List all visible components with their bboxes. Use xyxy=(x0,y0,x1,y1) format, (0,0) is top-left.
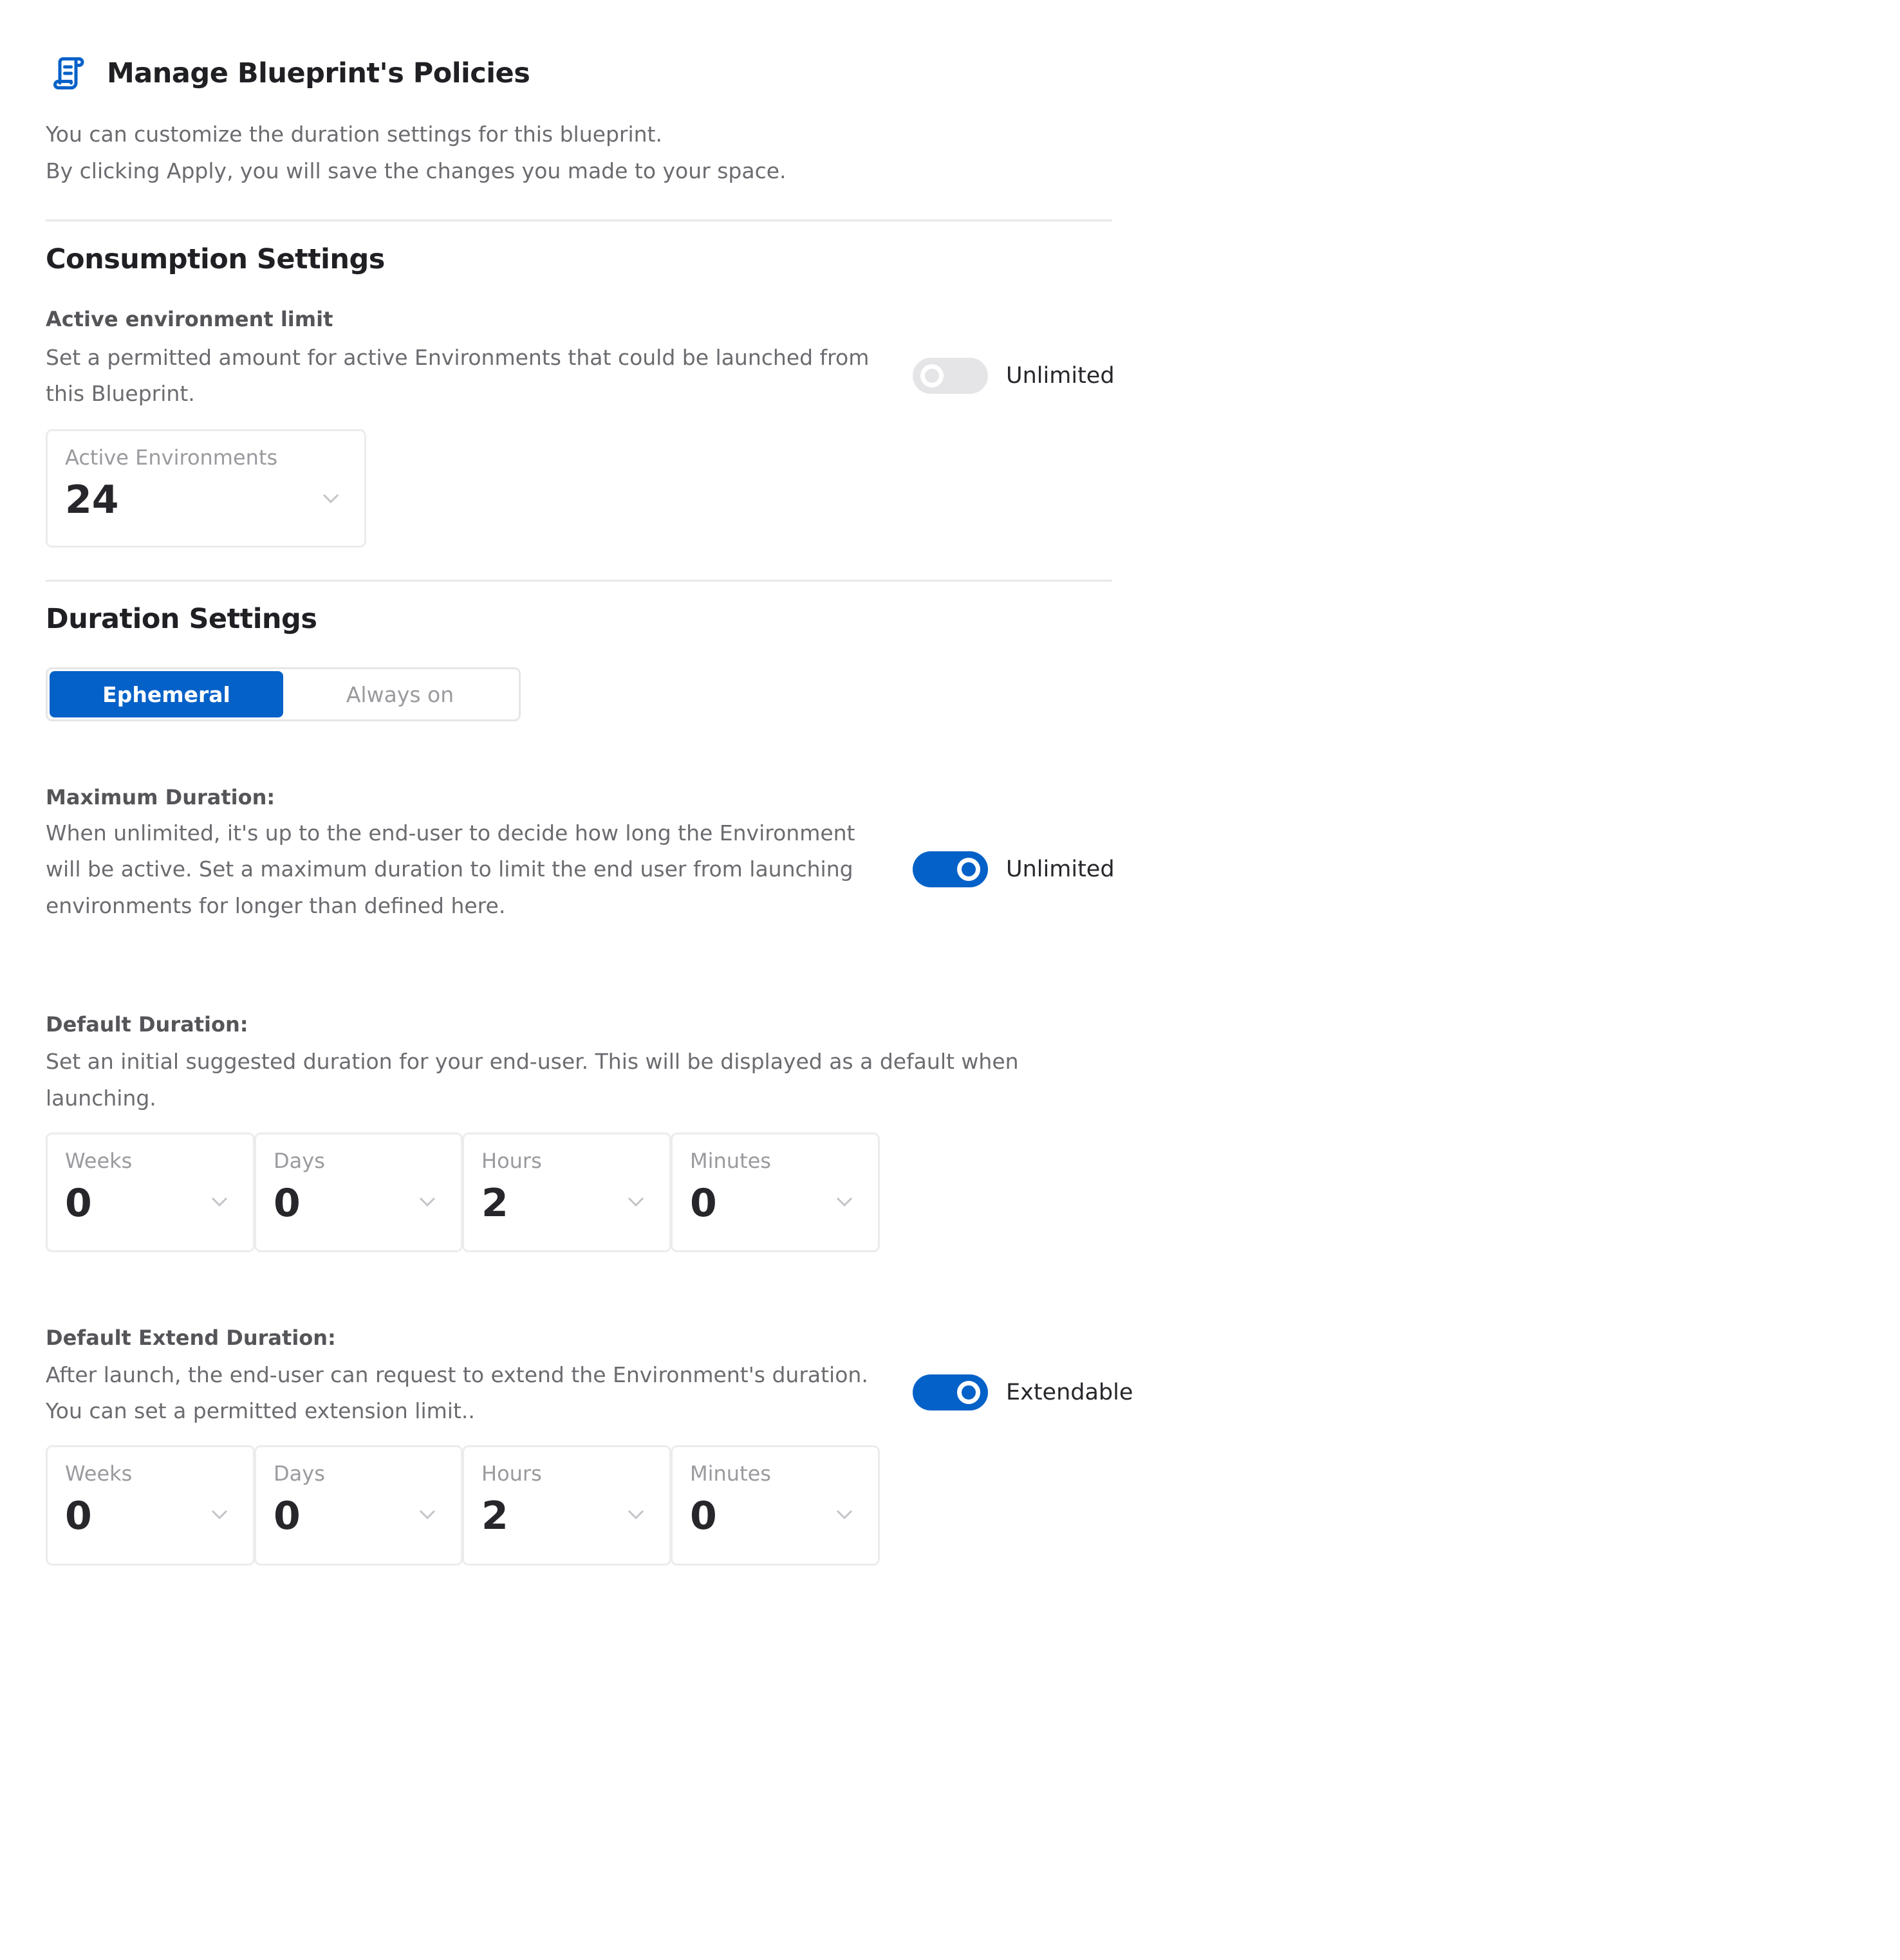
select-value: 0 xyxy=(690,1493,717,1539)
duration-mode-segmented-control: Ephemeral Always on xyxy=(46,667,521,721)
mode-ephemeral-button[interactable]: Ephemeral xyxy=(50,671,283,717)
consumption-settings-title: Consumption Settings xyxy=(46,243,385,275)
page-title: Manage Blueprint's Policies xyxy=(107,57,530,89)
default-duration-description-line-1: Set an initial suggested duration for yo… xyxy=(46,1049,1019,1074)
select-value: 0 xyxy=(65,1181,92,1226)
chevron-down-icon xyxy=(322,494,339,504)
extend-days-select[interactable]: Days 0 xyxy=(254,1445,463,1566)
chevron-down-icon xyxy=(211,1197,228,1207)
extend-weeks-select[interactable]: Weeks 0 xyxy=(46,1445,255,1566)
page-description-line-2: By clicking Apply, you will save the cha… xyxy=(46,158,787,183)
chevron-down-icon xyxy=(628,1510,644,1520)
divider xyxy=(46,580,1112,582)
select-label: Weeks xyxy=(65,1461,133,1486)
duration-settings-title: Duration Settings xyxy=(46,603,317,635)
select-value: 0 xyxy=(274,1493,301,1539)
maximum-duration-toggle-group: Unlimited xyxy=(913,851,1115,887)
maximum-duration-description-line-3: environments for longer than defined her… xyxy=(46,893,506,918)
toggle-knob xyxy=(957,1381,980,1404)
default-days-select[interactable]: Days 0 xyxy=(254,1133,463,1252)
extend-hours-select[interactable]: Hours 2 xyxy=(462,1445,671,1566)
select-label: Hours xyxy=(481,1149,542,1173)
chevron-down-icon xyxy=(836,1197,853,1207)
chevron-down-icon xyxy=(211,1510,228,1520)
select-label: Weeks xyxy=(65,1149,133,1173)
default-weeks-select[interactable]: Weeks 0 xyxy=(46,1133,255,1252)
active-limit-toggle-group: Unlimited xyxy=(913,358,1115,394)
chevron-down-icon xyxy=(419,1197,436,1207)
default-duration-description-line-2: launching. xyxy=(46,1086,156,1111)
extendable-toggle[interactable] xyxy=(913,1374,988,1410)
maximum-duration-description-line-1: When unlimited, it's up to the end-user … xyxy=(46,820,855,846)
chevron-down-icon xyxy=(836,1510,853,1520)
active-limit-description-line-2: this Blueprint. xyxy=(46,381,195,406)
extend-duration-description-line-1: After launch, the end-user can request t… xyxy=(46,1362,868,1387)
select-value: 0 xyxy=(274,1181,301,1226)
page-header: Manage Blueprint's Policies xyxy=(50,54,530,93)
select-label: Hours xyxy=(481,1461,542,1486)
active-limit-unlimited-toggle[interactable] xyxy=(913,358,988,394)
select-label: Days xyxy=(274,1461,325,1486)
maximum-duration-unlimited-toggle[interactable] xyxy=(913,851,988,887)
active-environments-select[interactable]: Active Environments 24 xyxy=(46,429,366,548)
select-value: 0 xyxy=(690,1181,717,1226)
default-minutes-select[interactable]: Minutes 0 xyxy=(671,1133,880,1252)
extend-duration-toggle-group: Extendable xyxy=(913,1374,1133,1410)
chevron-down-icon xyxy=(628,1197,644,1207)
maximum-duration-toggle-label: Unlimited xyxy=(1006,856,1115,882)
select-value: 0 xyxy=(65,1493,92,1539)
extend-duration-description-line-2: You can set a permitted extension limit.… xyxy=(46,1398,475,1423)
select-label: Minutes xyxy=(690,1149,771,1173)
select-label: Minutes xyxy=(690,1461,771,1486)
default-extend-duration-label: Default Extend Duration: xyxy=(46,1326,336,1350)
select-value: 24 xyxy=(65,477,119,522)
active-limit-description-line-1: Set a permitted amount for active Enviro… xyxy=(46,345,870,370)
mode-always-on-button[interactable]: Always on xyxy=(283,671,517,717)
toggle-knob xyxy=(957,858,980,881)
chevron-down-icon xyxy=(419,1510,436,1520)
select-label: Days xyxy=(274,1149,325,1173)
select-value: 2 xyxy=(481,1493,508,1539)
active-environment-limit-label: Active environment limit xyxy=(46,307,333,331)
active-limit-toggle-label: Unlimited xyxy=(1006,363,1115,389)
divider xyxy=(46,219,1112,221)
maximum-duration-description-line-2: will be active. Set a maximum duration t… xyxy=(46,856,853,882)
toggle-knob xyxy=(920,364,944,387)
extend-minutes-select[interactable]: Minutes 0 xyxy=(671,1445,880,1566)
scroll-document-icon xyxy=(53,57,84,89)
select-value: 2 xyxy=(481,1181,508,1226)
extendable-toggle-label: Extendable xyxy=(1006,1380,1133,1405)
page-description-line-1: You can customize the duration settings … xyxy=(46,122,662,147)
default-duration-label: Default Duration: xyxy=(46,1012,248,1037)
maximum-duration-label: Maximum Duration: xyxy=(46,785,275,809)
default-hours-select[interactable]: Hours 2 xyxy=(462,1133,671,1252)
select-label: Active Environments xyxy=(65,445,278,470)
